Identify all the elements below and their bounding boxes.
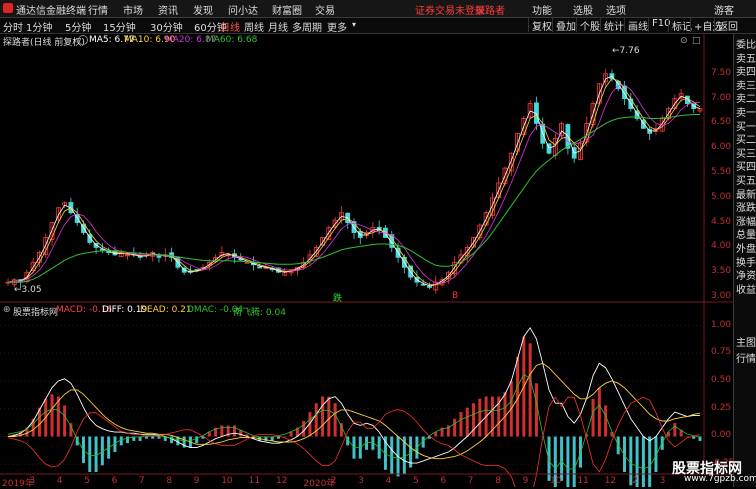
- macd-bar: [94, 436, 98, 472]
- macd-bar: [151, 436, 155, 439]
- price-tick-label: 6.00: [711, 142, 732, 153]
- indicator-tick-label: 0.00: [711, 430, 732, 441]
- candle-body: [427, 286, 432, 288]
- price-tick-label: 5.50: [711, 167, 732, 178]
- high-price-label: 7.76: [619, 46, 640, 56]
- macd-bar: [692, 436, 696, 439]
- x-tick-label: 6: [111, 476, 118, 486]
- x-tick-label: 2: [330, 476, 337, 486]
- macd-bar: [503, 392, 507, 437]
- x-tick-label: 9: [193, 476, 200, 486]
- macd-bar: [232, 425, 236, 437]
- price-tick-label: 3.00: [711, 291, 732, 302]
- candle-body: [647, 128, 653, 134]
- macd-bar: [673, 423, 677, 437]
- indicator-tick-label: 0.75: [711, 347, 732, 358]
- fall-marker: 跌: [333, 294, 343, 304]
- price-tick-label: 7.50: [711, 67, 732, 78]
- side-tab[interactable]: 收益: [736, 281, 756, 296]
- macd-bar: [327, 396, 331, 437]
- macd-bar: [321, 396, 325, 437]
- macd-bar: [528, 343, 532, 437]
- x-tick-label: 12: [276, 476, 288, 486]
- low-price-annotation: ←3.05: [14, 285, 42, 295]
- x-tick-label: 5: [413, 476, 419, 486]
- macd-bar: [597, 387, 601, 437]
- macd-bar: [591, 398, 595, 437]
- x-tick-label: 4: [385, 476, 392, 486]
- macd-bar: [685, 436, 689, 437]
- indicator-menu-icon[interactable]: ⊕: [3, 305, 11, 315]
- macd-bar: [604, 405, 608, 437]
- macd-bar: [459, 412, 463, 437]
- high-price-annotation: ←7.76: [612, 46, 640, 56]
- price-tick-label: 5.00: [711, 191, 732, 202]
- chart-svg: [0, 34, 733, 487]
- indicator-tick-label: 0.25: [711, 402, 732, 413]
- macd-bar: [648, 436, 652, 487]
- x-tick-label: 7: [139, 476, 145, 486]
- x-tick-label: 12: [604, 476, 617, 486]
- x-tick-label: 9: [522, 476, 529, 486]
- indicator-tick-label: 1.00: [711, 319, 732, 330]
- macd-bar: [126, 436, 130, 444]
- x-tick-label: 5: [84, 476, 90, 486]
- x-tick-label: 8: [166, 476, 173, 486]
- x-tick-label: 2: [632, 476, 638, 486]
- macd-bar: [277, 436, 281, 439]
- candlestick-series: [5, 68, 703, 294]
- price-tick-label: 6.50: [711, 117, 732, 128]
- macd-bar: [453, 418, 457, 437]
- macd-bar: [478, 398, 482, 437]
- dea-value: DEAD: 0.21: [140, 305, 192, 315]
- macd-bar: [698, 436, 702, 441]
- x-tick-label: 11: [248, 476, 261, 486]
- x-tick-label: 6: [440, 476, 447, 486]
- nfp-value: 南飞腾: 0.04: [233, 308, 286, 318]
- x-tick-label: 8: [495, 476, 501, 486]
- ma5-line: [7, 75, 701, 287]
- candle-body: [244, 261, 250, 264]
- macd-bar: [283, 436, 287, 437]
- x-tick-label: 3: [29, 476, 36, 486]
- side-tab-lower[interactable]: 行情: [736, 350, 756, 365]
- watermark-url: www.7gpzb.com: [684, 474, 756, 484]
- buy-marker: B: [452, 291, 459, 301]
- macd-bar: [572, 436, 576, 487]
- macd-bar: [333, 403, 337, 437]
- macd-bar: [170, 436, 174, 444]
- macd-bar: [144, 436, 148, 439]
- ma60-line: [8, 114, 700, 283]
- x-tick-label: 4: [56, 476, 63, 486]
- price-tick-label: 4.50: [711, 216, 732, 227]
- x-tick-label: 3: [358, 476, 364, 486]
- x-tick-label: 7: [467, 476, 474, 486]
- macd-bar: [63, 405, 67, 437]
- low-price-label: 3.05: [21, 285, 42, 295]
- side-tab-lower[interactable]: 主图: [736, 334, 756, 349]
- ma10-line: [7, 78, 701, 285]
- indicator-name[interactable]: 股票指标网: [13, 305, 58, 318]
- price-tick-label: 7.00: [711, 92, 732, 103]
- x-tick-label: 10: [221, 476, 233, 486]
- indicator-tick-label: 0.50: [711, 375, 732, 386]
- price-tick-label: 3.50: [711, 266, 732, 277]
- macd-bar: [157, 436, 161, 439]
- candle-body: [257, 266, 263, 269]
- macd-bar: [119, 436, 123, 446]
- price-tick-label: 4.00: [711, 241, 732, 252]
- macd-bar: [465, 407, 469, 437]
- macd-bar: [289, 432, 293, 437]
- macd-bar: [390, 436, 394, 475]
- macd-bar: [566, 436, 570, 487]
- macd-bar: [302, 420, 306, 437]
- x-tick-label: 3: [659, 476, 666, 486]
- macd-bar: [50, 394, 54, 437]
- macd-bar: [220, 425, 224, 437]
- x-tick-label: 10: [550, 476, 562, 486]
- x-tick-label: 11: [577, 476, 589, 486]
- macd-bar: [641, 436, 645, 487]
